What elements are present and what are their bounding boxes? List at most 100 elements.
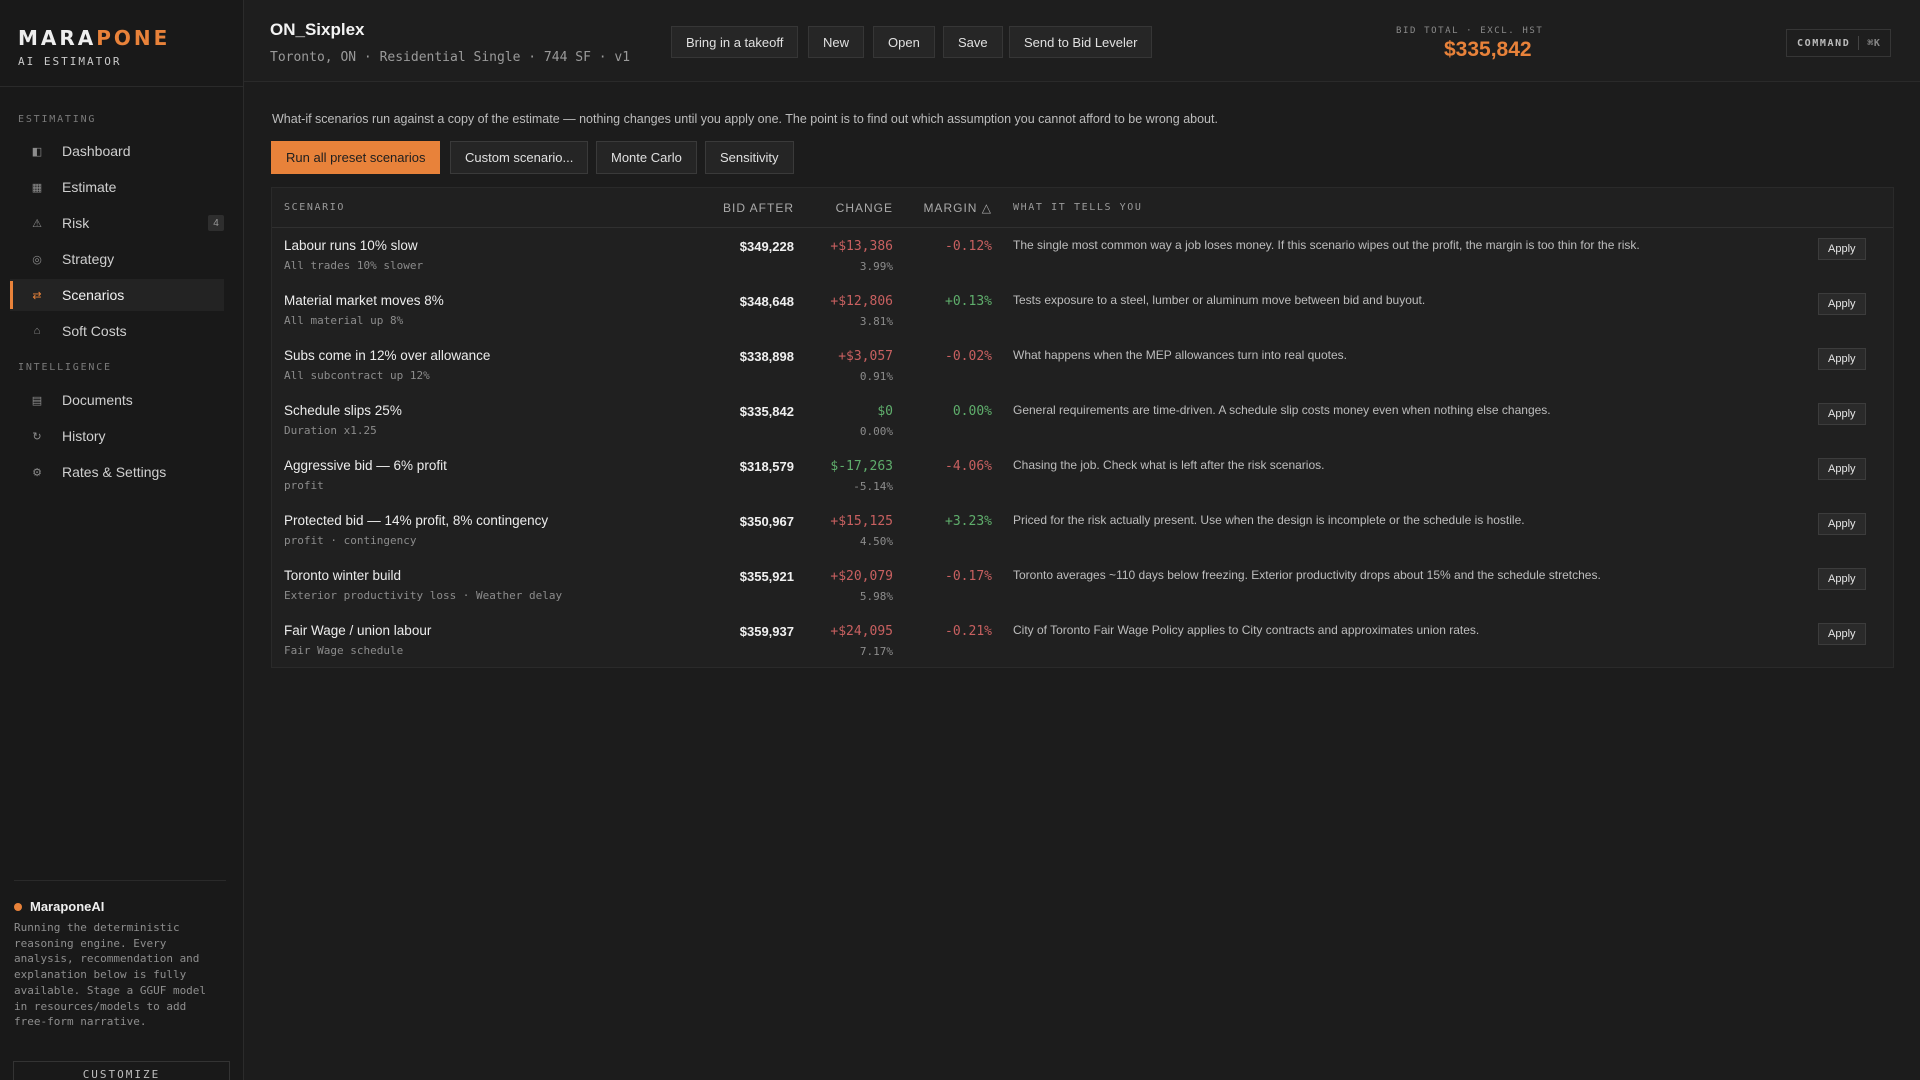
change-percent: 0.00% [859,425,893,438]
sensitivity-button[interactable]: Sensitivity [705,141,794,174]
margin-delta: +3.23% [945,514,992,529]
change-percent: 4.50% [859,535,893,548]
sidebar-item-risk[interactable]: ⚠ Risk 4 [10,207,224,239]
change-percent: 3.99% [859,260,893,273]
sidebar-item-documents[interactable]: ▤ Documents [10,384,224,416]
sidebar-item-label: Dashboard [62,143,131,159]
open-button[interactable]: Open [873,26,935,58]
column-header-scenario[interactable]: SCENARIO [284,202,345,213]
change-value: +$24,095 [830,624,893,639]
margin-delta: 0.00% [952,404,992,419]
apply-button[interactable]: Apply [1818,513,1866,535]
sidebar-item-rates-settings[interactable]: ⚙ Rates & Settings [10,456,224,488]
bid-after-value: $348,648 [739,294,794,309]
history-icon: ↻ [32,430,42,443]
run-all-preset-scenarios-button[interactable]: Run all preset scenarios [271,141,441,174]
scenario-name: Protected bid — 14% profit, 8% contingen… [284,513,549,528]
sidebar-item-soft-costs[interactable]: ⌂ Soft Costs [10,315,224,347]
save-button[interactable]: Save [943,26,1003,58]
apply-button[interactable]: Apply [1818,293,1866,315]
sidebar-item-scenarios[interactable]: ⇄ Scenarios [10,279,224,311]
shortcut-hint: ⌘K [1867,37,1881,49]
strategy-icon: ◎ [32,253,42,266]
apply-button[interactable]: Apply [1818,623,1866,645]
brand-subtitle: AI ESTIMATOR [18,55,122,68]
scenario-explanation: Tests exposure to a steel, lumber or alu… [1013,293,1426,307]
bring-in-takeoff-button[interactable]: Bring in a takeoff [671,26,799,58]
scenario-detail: All material up 8% [284,314,404,327]
scenario-explanation: What happens when the MEP allowances tur… [1013,348,1347,362]
change-percent: 0.91% [859,370,893,383]
sidebar-item-label: History [62,428,106,444]
nav-section-intelligence: INTELLIGENCE [18,362,112,373]
change-value: $-17,263 [830,459,893,474]
document-icon: ▤ [31,394,43,407]
change-value: +$15,125 [830,514,893,529]
project-meta: Toronto, ON · Residential Single · 744 S… [270,50,631,65]
table-header: SCENARIO BID AFTER CHANGE MARGIN △ WHAT … [272,188,1893,228]
bid-after-value: $338,898 [739,349,794,364]
risk-count-badge: 4 [208,215,224,231]
bid-after-value: $318,579 [739,459,794,474]
ai-status-title: MaraponeAI [14,899,226,914]
table-row: Protected bid — 14% profit, 8% contingen… [272,504,1893,559]
scenario-name: Material market moves 8% [284,293,444,308]
monte-carlo-button[interactable]: Monte Carlo [596,141,697,174]
margin-delta: -0.17% [945,569,992,584]
project-title: ON_Sixplex [270,20,365,39]
table-row: Fair Wage / union labour Fair Wage schedu… [272,614,1893,669]
bid-total-label: BID TOTAL · EXCL. HST [1396,26,1544,36]
table-row: Labour runs 10% slow All trades 10% slowe… [272,229,1893,284]
dashboard-icon: ◧ [31,145,43,158]
apply-button[interactable]: Apply [1818,238,1866,260]
column-header-bid-after[interactable]: BID AFTER [723,201,794,215]
scenario-name: Schedule slips 25% [284,403,402,418]
column-header-what-it-tells-you[interactable]: WHAT IT TELLS YOU [1013,202,1143,213]
sidebar-item-dashboard[interactable]: ◧ Dashboard [10,135,224,167]
brand-name: MARAPONE [18,26,171,50]
scenario-name: Fair Wage / union labour [284,623,432,638]
table-row: Aggressive bid — 6% profit profit $318,579… [272,449,1893,504]
apply-button[interactable]: Apply [1818,458,1866,480]
bid-after-value: $335,842 [739,404,794,419]
divider [0,86,243,87]
scenario-detail: profit · contingency [284,534,417,547]
scenario-name: Labour runs 10% slow [284,238,418,253]
sidebar-item-label: Risk [62,215,90,231]
bid-after-value: $349,228 [739,239,794,254]
estimate-icon: ▦ [31,181,43,194]
change-percent: 7.17% [859,645,893,658]
apply-button[interactable]: Apply [1818,403,1866,425]
margin-delta: +0.13% [945,294,992,309]
scenarios-table: SCENARIO BID AFTER CHANGE MARGIN △ WHAT … [271,187,1894,668]
ai-status-text: Running the deterministic reasoning engi… [14,921,207,1029]
change-value: +$13,386 [830,239,893,254]
brand-logo[interactable]: MARAPONE AI ESTIMATOR [18,26,170,68]
margin-delta: -0.12% [945,239,992,254]
margin-delta: -4.06% [945,459,992,474]
scenario-name: Toronto winter build [284,568,402,583]
custom-scenario-button[interactable]: Custom scenario... [450,141,589,174]
column-header-margin[interactable]: MARGIN △ [923,201,992,215]
sidebar: MARAPONE AI ESTIMATOR ESTIMATING ◧ Dashb… [0,0,244,1080]
margin-delta: -0.21% [945,624,992,639]
sidebar-item-strategy[interactable]: ◎ Strategy [10,243,224,275]
scenario-name: Subs come in 12% over allowance [284,348,491,363]
scenario-explanation: Toronto averages ~110 days below freezin… [1013,568,1601,582]
scenario-name: Aggressive bid — 6% profit [284,458,447,473]
margin-delta: -0.02% [945,349,992,364]
sidebar-item-estimate[interactable]: ▦ Estimate [10,171,224,203]
bid-after-value: $350,967 [739,514,794,529]
scenario-explanation: General requirements are time-driven. A … [1013,403,1551,417]
command-palette-button[interactable]: COMMAND ⌘K [1786,29,1892,57]
sidebar-item-history[interactable]: ↻ History [10,420,224,452]
apply-button[interactable]: Apply [1818,348,1866,370]
change-percent: 3.81% [859,315,893,328]
sidebar-item-label: Documents [62,392,133,408]
new-button[interactable]: New [808,26,865,58]
swap-icon: ⇄ [32,289,42,302]
send-to-bid-leveler-button[interactable]: Send to Bid Leveler [1009,26,1153,58]
customize-button[interactable]: CUSTOMIZE [13,1061,230,1080]
apply-button[interactable]: Apply [1818,568,1866,590]
column-header-change[interactable]: CHANGE [836,201,893,215]
